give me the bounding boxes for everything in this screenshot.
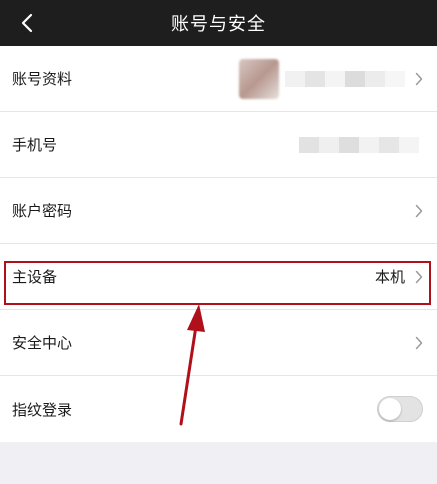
row-security-center[interactable]: 安全中心 — [0, 310, 437, 376]
row-account-password[interactable]: 账户密码 — [0, 178, 437, 244]
page-title: 账号与安全 — [171, 14, 266, 35]
row-primary-device[interactable]: 主设备 本机 — [0, 244, 437, 310]
chevron-right-icon — [415, 204, 423, 217]
chevron-left-icon — [21, 13, 33, 33]
row-label: 账号资料 — [12, 70, 73, 88]
row-right — [239, 46, 423, 111]
chevron-right-icon — [415, 270, 423, 283]
row-label: 指纹登录 — [12, 400, 73, 419]
chevron-right-icon — [415, 336, 423, 349]
row-label: 手机号 — [12, 136, 58, 154]
row-right: 本机 — [375, 244, 423, 309]
row-label: 账户密码 — [12, 202, 73, 220]
row-label: 安全中心 — [12, 334, 73, 352]
chevron-right-icon — [415, 72, 423, 85]
primary-device-value: 本机 — [374, 268, 405, 286]
row-fingerprint-login: 指纹登录 — [0, 376, 437, 442]
row-right — [415, 310, 423, 375]
row-account-profile[interactable]: 账号资料 — [0, 46, 437, 112]
row-right — [377, 376, 423, 442]
settings-list: 账号资料 手机号 账户密码 主设备 本机 安全中心 指纹登录 — [0, 46, 437, 442]
row-right — [415, 178, 423, 243]
navbar: 账号与安全 — [0, 0, 437, 46]
row-right — [299, 112, 423, 177]
obscured-value — [285, 70, 405, 87]
row-phone-number[interactable]: 手机号 — [0, 112, 437, 178]
fingerprint-toggle[interactable] — [377, 396, 423, 422]
toggle-knob — [379, 398, 401, 420]
row-label: 主设备 — [12, 268, 58, 286]
back-button[interactable] — [12, 0, 42, 46]
avatar-obscured — [239, 58, 279, 99]
obscured-value — [299, 136, 419, 153]
